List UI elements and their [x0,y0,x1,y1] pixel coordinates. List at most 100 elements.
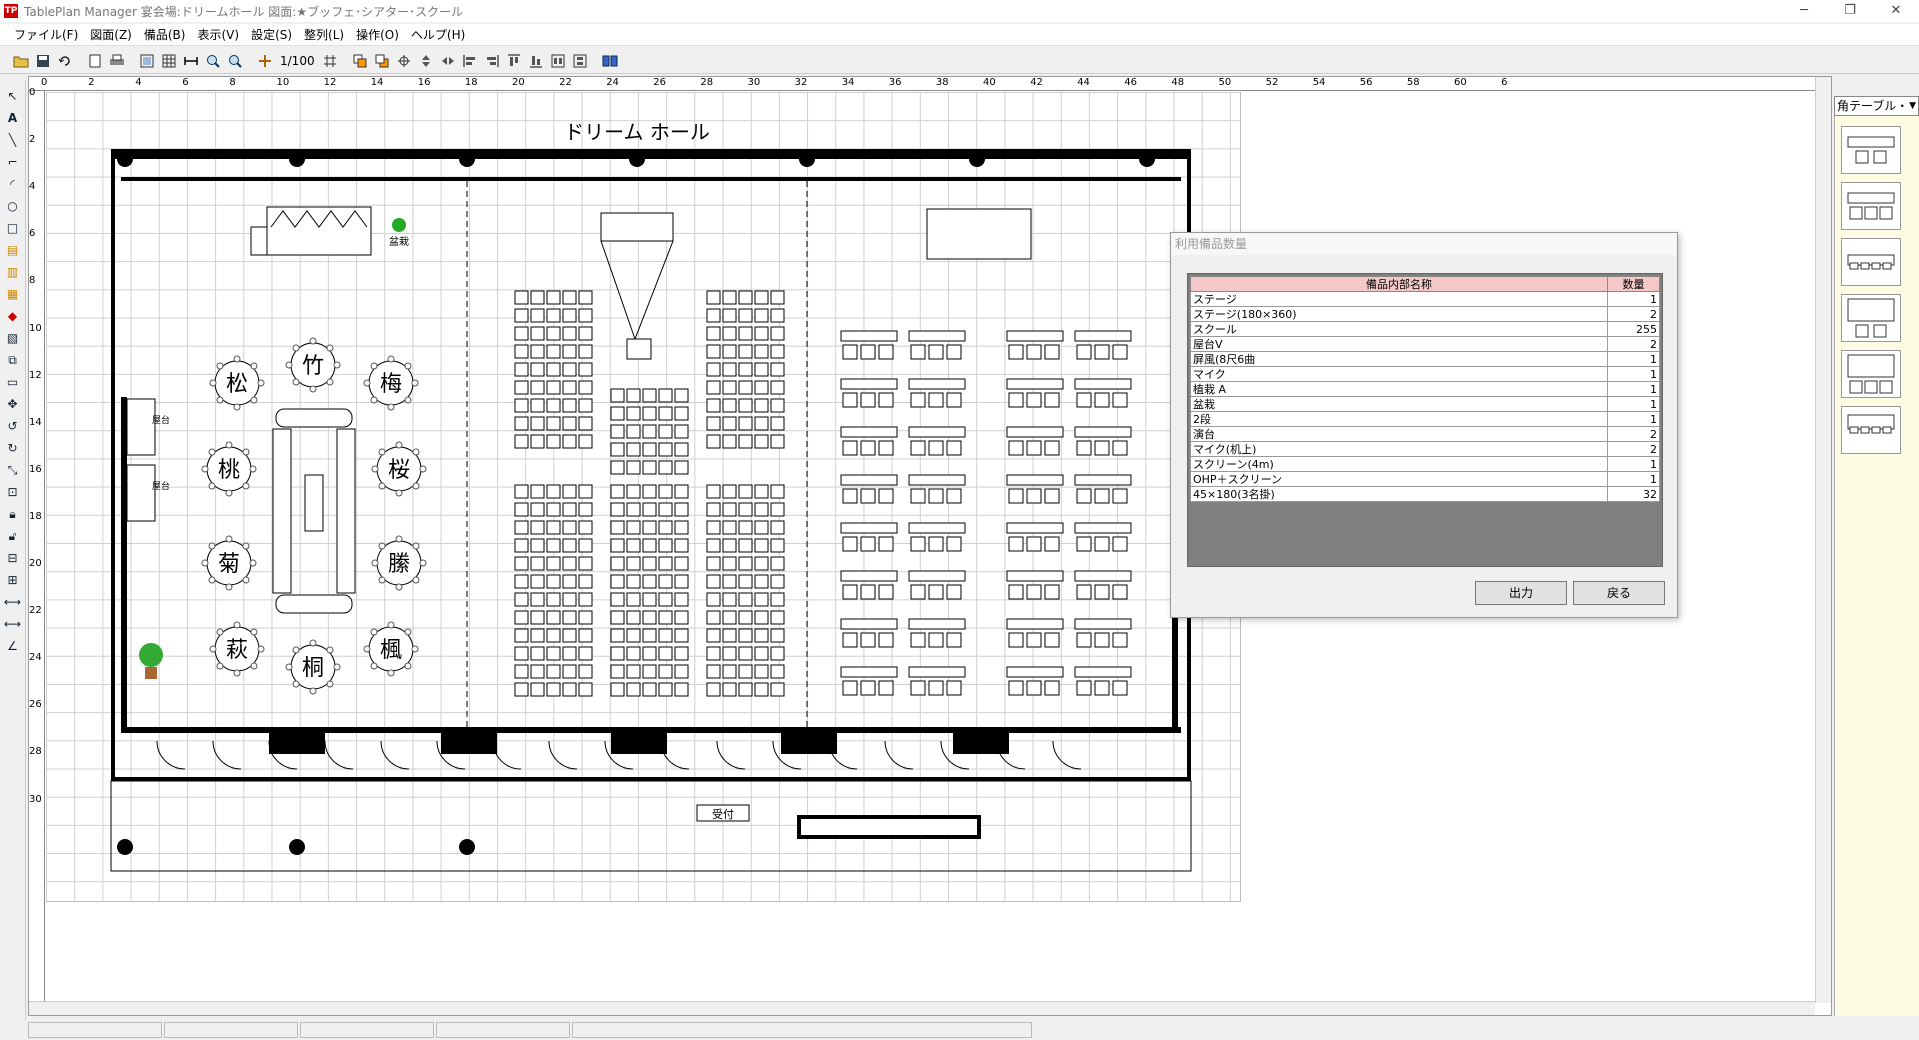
back-button[interactable]: 戻る [1573,581,1665,605]
rotate-right-icon[interactable]: ↻ [2,438,24,458]
rotate-left-icon[interactable]: ↺ [2,416,24,436]
table-template-3[interactable] [1841,238,1901,286]
book-icon[interactable] [599,50,621,72]
text-tool-icon[interactable]: A [2,108,24,128]
snap-grid-icon[interactable] [319,50,341,72]
select-arrow-icon[interactable]: ↖ [2,86,24,106]
align-bottom-icon[interactable] [525,50,547,72]
lock-icon[interactable]: 🔒︎ [2,504,24,524]
output-button[interactable]: 出力 [1475,581,1567,605]
add-chair-icon[interactable]: ▥ [2,262,24,282]
equipment-category-select[interactable]: 角テーブル・ ▼ [1834,96,1919,116]
resize-icon[interactable]: ⤡ [2,460,24,480]
save-icon[interactable] [32,50,54,72]
array-icon[interactable]: ▭ [2,372,24,392]
measure-icon[interactable] [180,50,202,72]
table-row[interactable]: 屏風(8尺6曲 1 [1190,351,1660,367]
list-icon[interactable]: ▧ [2,328,24,348]
menu-file[interactable]: ファイル(F) [8,24,84,46]
open-folder-icon[interactable] [10,50,32,72]
chair [242,482,250,490]
bring-front-icon[interactable] [349,50,371,72]
dialog-title: 利用備品数量 [1171,233,1677,255]
new-page-icon[interactable] [84,50,106,72]
align-right-icon[interactable] [481,50,503,72]
chair [706,610,721,625]
add-equipment-icon[interactable]: ◆ [2,306,24,326]
ungroup-icon[interactable] [569,50,591,72]
vertical-scrollbar[interactable] [1815,77,1831,1003]
table-row[interactable]: マイク 1 [1190,366,1660,382]
unlock-icon[interactable]: 🔓︎ [2,526,24,546]
menu-help[interactable]: ヘルプ(H) [405,24,471,46]
measure-v-icon[interactable]: ⟷ [2,614,24,634]
table-row[interactable]: 盆栽 1 [1190,396,1660,412]
minimize-button[interactable]: ─ [1781,0,1827,22]
menu-view[interactable]: 表示(V) [191,24,245,46]
add-table-icon[interactable]: ▤ [2,240,24,260]
table-template-5[interactable] [1841,350,1901,398]
horizontal-scrollbar[interactable] [29,1001,1815,1015]
menu-settings[interactable]: 設定(S) [245,24,298,46]
table-row[interactable]: スクリーン(4m) 1 [1190,456,1660,472]
plant-pot [145,667,157,679]
grid-icon[interactable] [158,50,180,72]
table-row[interactable]: 屋台V 2 [1190,336,1660,352]
resize-box-icon[interactable]: ⊡ [2,482,24,502]
flip-horizontal-icon[interactable] [437,50,459,72]
line-tool-icon[interactable]: ╲ [2,130,24,150]
move-icon[interactable]: ✥ [2,394,24,414]
chair [658,460,673,475]
flip-vertical-icon[interactable] [415,50,437,72]
table-row[interactable]: 植栽 A1 [1190,381,1660,397]
measure-h-icon[interactable]: ⟷ [2,592,24,612]
table-template-1[interactable] [1841,126,1901,174]
chair [546,646,561,661]
pan-icon[interactable] [254,50,276,72]
circle-tool-icon[interactable]: ○ [2,196,24,216]
dimension-v-icon[interactable]: ⊞ [2,570,24,590]
menu-drawing[interactable]: 図面(Z) [84,24,138,46]
school-table [1006,378,1064,390]
table-template-2[interactable] [1841,182,1901,230]
equipment-list[interactable]: 備品内部名称 数量 ステージ 1 ステージ(180×360) 2 スクール 255 屋台V 2… [1187,273,1663,567]
polyline-tool-icon[interactable]: ⌐ [2,152,24,172]
rectangle-tool-icon[interactable]: □ [2,218,24,238]
table-row[interactable]: マイク(机上) 2 [1190,441,1660,457]
arc-tool-icon[interactable]: ◜ [2,174,24,194]
close-button[interactable]: ✕ [1873,0,1919,22]
menu-align[interactable]: 整列(L) [298,24,350,46]
frame-icon[interactable] [136,50,158,72]
chair [610,502,625,517]
send-back-icon[interactable] [371,50,393,72]
table-row[interactable]: スクール 255 [1190,321,1660,337]
zoom-out-icon[interactable] [224,50,246,72]
align-top-icon[interactable] [503,50,525,72]
table-row[interactable]: 2段 1 [1190,411,1660,427]
undo-icon[interactable] [54,50,76,72]
center-icon[interactable] [393,50,415,72]
menu-operation[interactable]: 操作(O) [350,24,405,46]
table-row[interactable]: ステージ(180×360) 2 [1190,306,1660,322]
print-icon[interactable] [106,50,128,72]
table-template-4[interactable] [1841,294,1901,342]
column-header-name[interactable]: 備品内部名称 [1190,276,1608,292]
table-template-6[interactable] [1841,406,1901,454]
menu-equipment[interactable]: 備品(B) [138,24,192,46]
table-row[interactable]: 45×180(3名掛) 32 [1190,486,1660,502]
copy-icon[interactable]: ⧉ [2,350,24,370]
add-stage-icon[interactable]: ▦ [2,284,24,304]
angle-icon[interactable]: ∠ [2,636,24,656]
align-left-icon[interactable] [459,50,481,72]
column-header-qty[interactable]: 数量 [1607,276,1660,292]
group-icon[interactable] [547,50,569,72]
table-row[interactable]: ステージ 1 [1190,291,1660,307]
inner-wall-top [121,177,1181,181]
table-row[interactable]: 演台 2 [1190,426,1660,442]
dimension-h-icon[interactable]: ⊟ [2,548,24,568]
table-row[interactable]: OHP＋スクリーン 1 [1190,471,1660,487]
restore-button[interactable]: ❐ [1827,0,1873,22]
equipment-category-value: 角テーブル・ [1837,99,1909,113]
zoom-in-icon[interactable] [202,50,224,72]
chair [1008,632,1024,648]
